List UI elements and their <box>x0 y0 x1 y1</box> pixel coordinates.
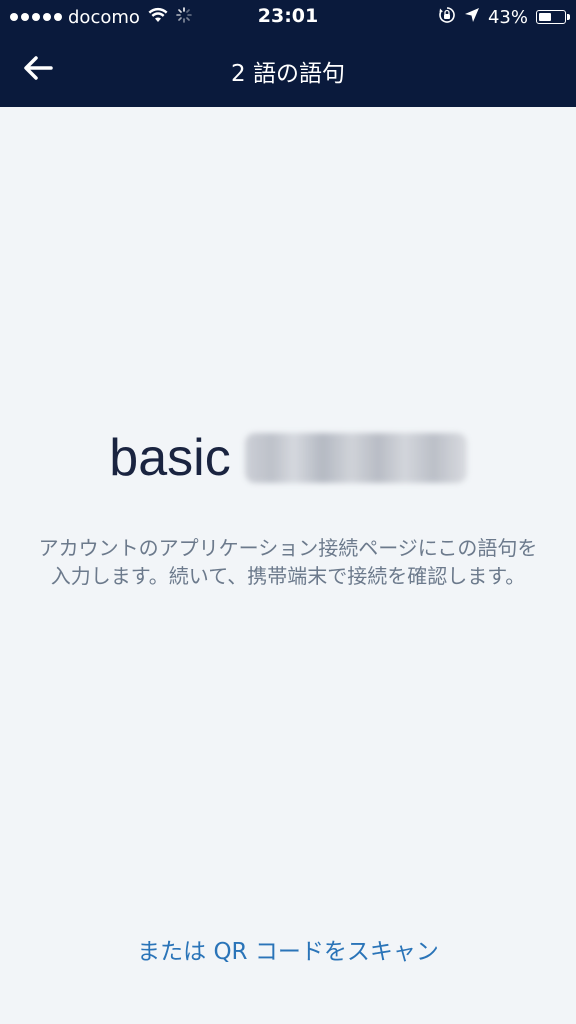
status-right: 43% <box>430 6 570 29</box>
header: docomo 23:01 43% 2 語の語句 <box>0 0 576 107</box>
battery-icon <box>536 10 570 24</box>
location-arrow-icon <box>464 7 480 28</box>
page-title: 2 語の語句 <box>231 61 345 87</box>
battery-level-fill <box>539 13 552 21</box>
status-bar: docomo 23:01 43% <box>0 0 576 34</box>
scan-qr-code-link[interactable]: または QR コードをスキャン <box>0 932 576 966</box>
pairing-phrase: basic <box>0 428 576 488</box>
instructions-text: アカウントのアプリケーション接続ページにこの語句を入力します。続いて、携帯端末で… <box>38 536 538 588</box>
orientation-lock-icon <box>438 6 456 29</box>
navigation-bar: 2 語の語句 <box>0 34 576 107</box>
phrase-redacted-word <box>244 433 467 483</box>
phrase-word: basic <box>109 429 231 487</box>
battery-percent: 43% <box>487 6 528 28</box>
